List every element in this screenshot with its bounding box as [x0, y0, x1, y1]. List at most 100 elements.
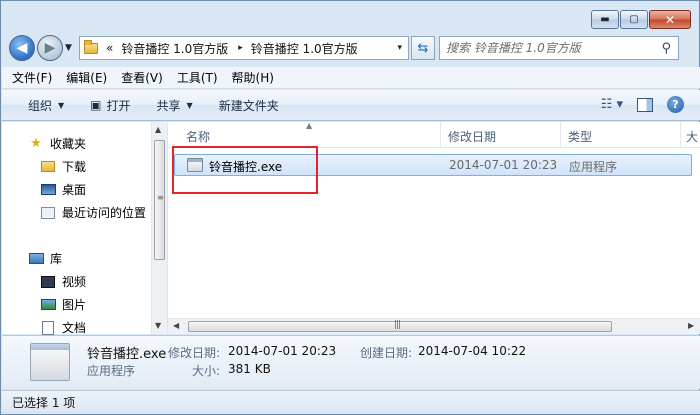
scroll-left-icon[interactable]: ◀: [173, 321, 179, 330]
sidebar-item-downloads[interactable]: 下载: [40, 158, 86, 175]
details-size-label: 大小:: [192, 364, 221, 378]
minimize-button[interactable]: ▬: [591, 10, 619, 29]
address-dropdown-icon[interactable]: ▾: [397, 43, 402, 53]
selection-status: 已选择 1 项: [12, 396, 76, 410]
command-bar-right: ☷ ▾ ?: [601, 96, 684, 113]
search-box: ⚲: [439, 36, 679, 60]
breadcrumb-parent[interactable]: 铃音播控 1.0官方版: [121, 40, 228, 57]
sidebar-item-label: 图片: [62, 298, 87, 312]
open-button[interactable]: ▣ 打开: [90, 97, 130, 114]
column-divider[interactable]: [560, 122, 561, 148]
details-file-kind: 应用程序: [87, 364, 136, 378]
new-folder-button[interactable]: 新建文件夹: [219, 97, 279, 114]
refresh-button[interactable]: ⇆: [411, 36, 435, 60]
help-icon[interactable]: ?: [667, 96, 684, 113]
status-bar: 已选择 1 项: [2, 390, 700, 414]
column-size[interactable]: 大: [686, 128, 698, 145]
desktop-icon: [40, 183, 56, 197]
navigation-scrollbar[interactable]: ▲ ≡ ▼: [151, 122, 167, 334]
sidebar-item-label: 下载: [62, 160, 87, 174]
video-icon: [40, 275, 56, 289]
document-icon: [40, 320, 56, 335]
search-icon[interactable]: ⚲: [661, 41, 671, 56]
highlight-box: [172, 146, 318, 194]
preview-pane-icon[interactable]: [637, 97, 653, 112]
scroll-up-icon[interactable]: ▲: [155, 125, 161, 134]
scroll-right-icon[interactable]: ▶: [688, 321, 694, 330]
recent-pages-dropdown[interactable]: ▼: [65, 43, 75, 53]
explorer-window: ▬ ▢ ✕ ◀ ▶ ▼ « 铃音播控 1.0官方版 ▸ 铃音播控 1.0官方版 …: [0, 0, 700, 415]
column-name[interactable]: 名称: [186, 128, 210, 145]
details-file-name: 铃音播控.exe: [87, 347, 167, 362]
close-button[interactable]: ✕: [649, 10, 691, 29]
menu-edit[interactable]: 编辑(E): [66, 69, 107, 86]
sidebar-item-label: 桌面: [62, 183, 87, 197]
refresh-icon: ⇆: [417, 40, 429, 56]
sidebar-item-recent[interactable]: 最近访问的位置: [40, 204, 146, 221]
command-bar: 组织 ▼ ▣ 打开 共享 ▼ 新建文件夹 ☷ ▾ ?: [2, 90, 700, 121]
maximize-button[interactable]: ▢: [620, 10, 648, 29]
scrollbar-thumb[interactable]: |||: [188, 320, 612, 332]
minimize-icon: ▬: [600, 13, 610, 25]
search-input[interactable]: [446, 41, 646, 55]
sidebar-item-desktop[interactable]: 桌面: [40, 181, 86, 198]
recent-places-icon: [40, 206, 56, 220]
sidebar-item-documents[interactable]: 文档: [40, 319, 86, 336]
sidebar-item-label: 视频: [62, 275, 87, 289]
file-modified-date: 2014-07-01 20:23: [449, 158, 558, 172]
menu-bar: 文件(F) 编辑(E) 查看(V) 工具(T) 帮助(H): [2, 67, 700, 89]
close-icon: ✕: [664, 12, 676, 27]
navigation-pane: ★ 收藏夹 下载 桌面 最近访问的位置 库 视频 图片 文档 ▲ ≡ ▼: [2, 122, 167, 336]
share-button[interactable]: 共享 ▼: [157, 97, 193, 114]
details-created-label: 创建日期:: [360, 346, 413, 360]
back-arrow-icon: ◀: [16, 40, 28, 56]
menu-view[interactable]: 查看(V): [121, 69, 163, 86]
sidebar-item-pictures[interactable]: 图片: [40, 296, 86, 313]
scroll-down-icon[interactable]: ▼: [155, 321, 161, 330]
menu-help[interactable]: 帮助(H): [232, 69, 274, 86]
share-label: 共享: [156, 98, 181, 113]
maximize-icon: ▢: [629, 13, 639, 25]
sidebar-item-libraries[interactable]: 库: [28, 250, 62, 267]
star-icon: ★: [30, 136, 42, 151]
grip-icon: |||: [394, 320, 401, 330]
forward-arrow-icon: ▶: [44, 40, 56, 56]
organize-button[interactable]: 组织 ▼: [28, 97, 64, 114]
file-type: 应用程序: [569, 160, 618, 174]
sidebar-item-label: 库: [50, 252, 63, 266]
change-view-icon[interactable]: ☷ ▾: [601, 97, 623, 112]
menu-tools[interactable]: 工具(T): [177, 69, 218, 86]
sidebar-item-videos[interactable]: 视频: [40, 273, 86, 290]
folder-icon: [84, 39, 98, 54]
breadcrumb-separator-icon[interactable]: ▸: [238, 43, 243, 53]
back-button[interactable]: ◀: [9, 35, 35, 61]
new-folder-label: 新建文件夹: [218, 98, 279, 113]
picture-icon: [40, 298, 56, 312]
downloads-folder-icon: [40, 160, 56, 174]
share-dropdown-icon: ▼: [186, 100, 193, 110]
scrollbar-thumb[interactable]: ≡: [154, 140, 165, 260]
column-divider[interactable]: [680, 122, 681, 148]
address-overflow[interactable]: «: [106, 41, 113, 55]
column-divider[interactable]: [440, 122, 441, 148]
open-window-icon: ▣: [90, 98, 102, 112]
sidebar-item-label: 文档: [62, 321, 87, 335]
details-pane: 铃音播控.exe 应用程序 修改日期: 2014-07-01 20:23 创建日…: [2, 335, 700, 389]
grip-icon: ≡: [157, 193, 164, 202]
sidebar-item-label: 收藏夹: [50, 137, 87, 151]
column-date-modified[interactable]: 修改日期: [448, 128, 496, 145]
menu-file[interactable]: 文件(F): [12, 69, 52, 86]
column-type[interactable]: 类型: [568, 128, 592, 145]
address-bar[interactable]: « 铃音播控 1.0官方版 ▸ 铃音播控 1.0官方版 ▾: [79, 36, 409, 60]
library-icon: [28, 252, 44, 266]
details-modified-value: 2014-07-01 20:23: [228, 344, 337, 358]
caption-buttons: ▬ ▢ ✕: [591, 10, 691, 29]
sidebar-item-label: 最近访问的位置: [62, 206, 147, 220]
forward-button[interactable]: ▶: [37, 35, 63, 61]
breadcrumb-current[interactable]: 铃音播控 1.0官方版: [251, 40, 358, 57]
file-list: ▲ 名称 修改日期 类型 大 铃音播控.exe 2014-07-01 20:23…: [168, 121, 700, 334]
sidebar-item-favorites[interactable]: ★ 收藏夹: [28, 135, 86, 152]
horizontal-scrollbar[interactable]: ◀ ||| ▶: [168, 318, 700, 334]
sort-ascending-icon: ▲: [306, 121, 313, 130]
column-header: ▲ 名称 修改日期 类型 大: [168, 121, 700, 148]
